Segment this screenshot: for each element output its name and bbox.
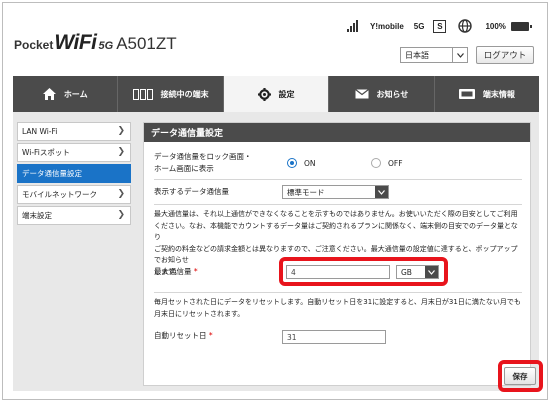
divider (154, 179, 522, 180)
sidebar-item-label: LAN Wi-Fi (22, 127, 58, 136)
home-icon (42, 88, 56, 100)
required-mark: * (208, 331, 213, 340)
sidebar-item-wifi-spot[interactable]: Wi-Fiスポット ❯ (17, 143, 131, 162)
note-line: 毎月セットされた日にデータをリセットします。自動リセット日を31に設定すると、月… (154, 298, 521, 306)
tab-home[interactable]: ホーム (13, 76, 119, 112)
logo-model: A501ZT (116, 34, 177, 53)
battery-icon (510, 21, 532, 31)
product-logo: Pocket WiFi 5G A501ZT (14, 31, 177, 57)
sidebar-item-lan-wifi[interactable]: LAN Wi-Fi ❯ (17, 122, 131, 141)
sidebar-item-label: データ通信量設定 (22, 169, 82, 178)
max-usage-label: 最大通信量 * (154, 266, 198, 278)
sidebar-item-label: 端末設定 (22, 211, 52, 220)
main-nav: ホーム 接続中の端末 設定 お知らせ 端末情報 (13, 76, 539, 112)
radio-on[interactable] (287, 158, 297, 168)
signal-icon (347, 20, 358, 32)
logout-button[interactable]: ログアウト (476, 46, 534, 64)
tab-connected-devices[interactable]: 接続中の端末 (118, 76, 224, 112)
tab-settings[interactable]: 設定 (223, 76, 330, 112)
tab-notifications[interactable]: お知らせ (329, 76, 435, 112)
sidebar-item-label: Wi-Fiスポット (22, 148, 70, 157)
app-frame: Pocket WiFi 5G A501ZT Y!mobile 5G S 100%… (2, 2, 548, 400)
required-mark: * (193, 267, 198, 276)
sim-icon: S (433, 19, 447, 33)
network-type: 5G (413, 21, 425, 31)
language-value: 日本語 (405, 50, 429, 60)
globe-icon (458, 19, 473, 33)
sidebar-item-label: モバイルネットワーク (22, 190, 97, 199)
radio-on-label: ON (304, 159, 316, 168)
carrier-name: Y!mobile (370, 21, 404, 31)
tab-label: 設定 (278, 89, 295, 99)
chevron-right-icon: ❯ (117, 210, 125, 220)
header: Pocket WiFi 5G A501ZT Y!mobile 5G S 100%… (3, 3, 547, 75)
device-info-icon (458, 89, 475, 99)
reset-note: 毎月セットされた日にデータをリセットします。自動リセット日を31に設定すると、月… (154, 297, 524, 320)
radio-off-label: OFF (388, 159, 403, 168)
auto-reset-day-input[interactable]: 31 (282, 330, 386, 344)
display-data-label: 表示するデータ通信量 (154, 187, 229, 196)
content-area: LAN Wi-Fi ❯ Wi-Fiスポット ❯ データ通信量設定 モバイルネット… (13, 112, 543, 392)
lock-label-line-2: ホーム画面に表示 (154, 164, 214, 173)
divider (154, 204, 522, 205)
auto-reset-label-text: 自動リセット日 (154, 331, 207, 340)
display-mode-select[interactable]: 標準モード (282, 185, 389, 199)
notice-line: 最大通信量は、それ以上通信ができなくなることを示すものではありません。お使いいた… (154, 210, 518, 218)
sidebar-item-data-usage[interactable]: データ通信量設定 (17, 164, 131, 183)
battery-percent: 100% (485, 21, 506, 31)
gear-icon (257, 87, 271, 101)
chevron-right-icon: ❯ (117, 189, 125, 199)
lock-label-line-1: データ通信量をロック画面・ (154, 152, 252, 161)
page-title: データ通信量設定 (144, 123, 530, 142)
sidebar-item-mobile-network[interactable]: モバイルネットワーク ❯ (17, 185, 131, 204)
notice-line: ください。なお、本機能でカウントするデータ量はご契約されるプランに関係なく、端末… (154, 221, 518, 242)
status-bar: Y!mobile 5G S 100% (347, 17, 532, 35)
tab-label: ホーム (63, 89, 88, 99)
max-usage-label-text: 最大通信量 (154, 267, 192, 276)
sidebar-item-device-settings[interactable]: 端末設定 ❯ (17, 206, 131, 225)
sidebar: LAN Wi-Fi ❯ Wi-Fiスポット ❯ データ通信量設定 モバイルネット… (17, 122, 131, 227)
highlight-max-usage (279, 257, 448, 286)
lock-screen-display-label: データ通信量をロック画面・ ホーム画面に表示 (154, 151, 252, 175)
auto-reset-label: 自動リセット日 * (154, 330, 213, 342)
logo-5g: 5G (98, 40, 114, 52)
settings-panel: データ通信量設定 データ通信量をロック画面・ ホーム画面に表示 ON OFF 表… (143, 122, 543, 392)
tab-device-info[interactable]: 端末情報 (435, 76, 539, 112)
logo-pocket: Pocket (14, 38, 54, 52)
highlight-save (498, 360, 543, 392)
tab-label: 端末情報 (482, 89, 515, 99)
mail-icon (354, 89, 369, 99)
chevron-right-icon: ❯ (117, 126, 125, 136)
devices-icon (132, 88, 153, 100)
chevron-down-icon (452, 48, 467, 62)
divider (154, 292, 522, 293)
language-select[interactable]: 日本語 (400, 47, 468, 63)
logo-wifi: WiFi (54, 31, 97, 54)
tab-label: 接続中の端末 (160, 89, 209, 99)
chevron-down-icon (375, 186, 388, 198)
chevron-right-icon: ❯ (117, 147, 125, 157)
note-line: 月末日にリセットされます。 (154, 309, 245, 318)
radio-off[interactable] (371, 158, 381, 168)
display-mode-value: 標準モード (287, 187, 325, 197)
tab-label: お知らせ (376, 89, 409, 99)
